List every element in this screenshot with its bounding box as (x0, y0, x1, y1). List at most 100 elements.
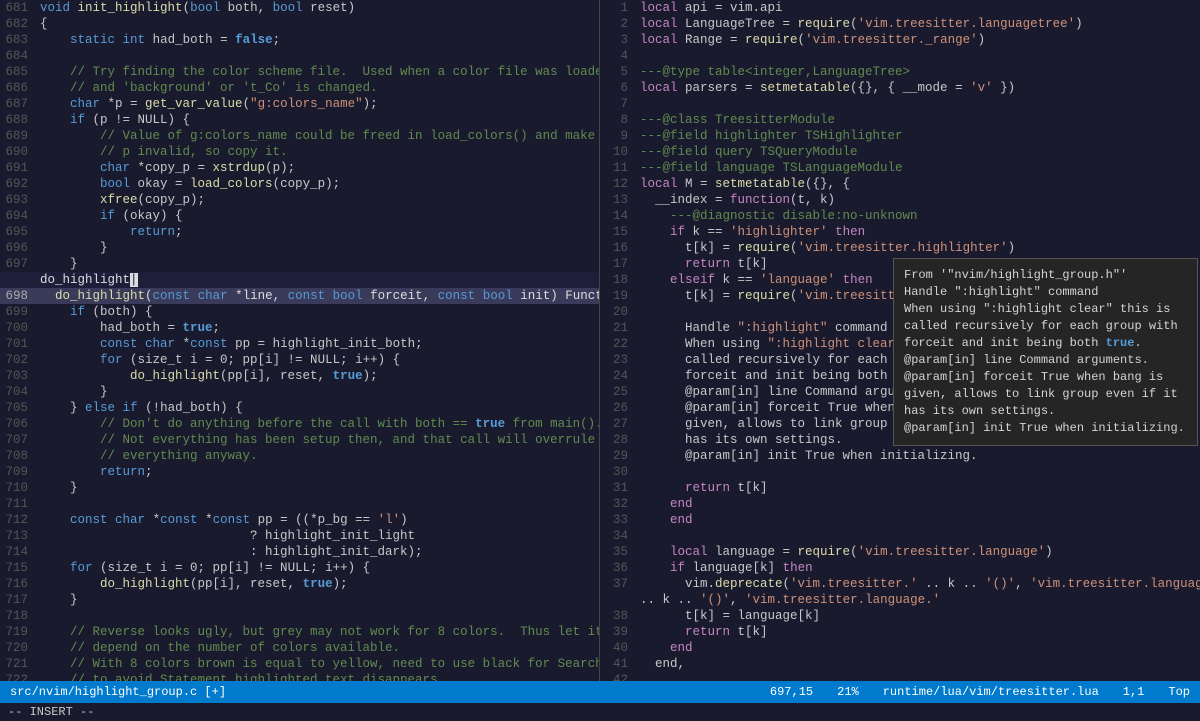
line-number: 34 (600, 528, 636, 544)
table-row: do_highlight| (0, 272, 599, 288)
line-number: 714 (0, 544, 36, 560)
status-right: 697,15 21% runtime/lua/vim/treesitter.lu… (770, 685, 1190, 699)
line-number: 697 (0, 256, 36, 272)
line-content: // Try finding the color scheme file. Us… (36, 64, 599, 80)
line-number: 719 (0, 624, 36, 640)
line-content: t[k] = language[k] (636, 608, 1200, 624)
line-number: 681 (0, 0, 36, 16)
line-content: ---@type table<integer,LanguageTree> (636, 64, 1200, 80)
line-number: 28 (600, 432, 636, 448)
table-row: 702 for (size_t i = 0; pp[i] != NULL; i+… (0, 352, 599, 368)
line-content: : highlight_init_dark); (36, 544, 599, 560)
table-row: 686 // and 'background' or 't_Co' is cha… (0, 80, 599, 96)
line-content: } else if (!had_both) { (36, 400, 599, 416)
table-row: 693 xfree(copy_p); (0, 192, 599, 208)
table-row: 34 (600, 528, 1200, 544)
cursor-position: 697,15 (770, 685, 813, 699)
line-number: 37 (600, 576, 636, 592)
line-number: 686 (0, 80, 36, 96)
line-content: // Not everything has been setup then, a… (36, 432, 599, 448)
table-row: 704 } (0, 384, 599, 400)
line-number: 26 (600, 400, 636, 416)
table-row: 692 bool okay = load_colors(copy_p); (0, 176, 599, 192)
table-row: 32 end (600, 496, 1200, 512)
line-number: 709 (0, 464, 36, 480)
tooltip-line: has its own settings. (904, 403, 1187, 420)
left-code-area[interactable]: 681 void init_highlight(bool both, bool … (0, 0, 599, 681)
line-content (636, 48, 1200, 64)
line-number: 8 (600, 112, 636, 128)
line-content: bool okay = load_colors(copy_p); (36, 176, 599, 192)
table-row: 718 (0, 608, 599, 624)
line-number: 683 (0, 32, 36, 48)
table-row: 688 if (p != NULL) { (0, 112, 599, 128)
table-row: 715 for (size_t i = 0; pp[i] != NULL; i+… (0, 560, 599, 576)
line-content: end (636, 512, 1200, 528)
line-number: 711 (0, 496, 36, 512)
table-row: 720 // depend on the number of colors av… (0, 640, 599, 656)
line-content: return t[k] (636, 624, 1200, 640)
line-number: 694 (0, 208, 36, 224)
line-content: if k == 'highlighter' then (636, 224, 1200, 240)
table-row: 14 ---@diagnostic disable:no-unknown (600, 208, 1200, 224)
scroll-percent: 21% (837, 685, 859, 699)
line-number: 696 (0, 240, 36, 256)
line-number: 23 (600, 352, 636, 368)
line-content: // to avoid Statement highlighted text d… (36, 672, 599, 681)
line-number: 710 (0, 480, 36, 496)
line-number: 703 (0, 368, 36, 384)
line-content: had_both = true; (36, 320, 599, 336)
line-number: 687 (0, 96, 36, 112)
line-content: ---@field query TSQueryModule (636, 144, 1200, 160)
table-row: 39 return t[k] (600, 624, 1200, 640)
line-content: } (36, 592, 599, 608)
line-number: 31 (600, 480, 636, 496)
line-content: return; (36, 224, 599, 240)
line-number: 15 (600, 224, 636, 240)
line-content: local language = require('vim.treesitter… (636, 544, 1200, 560)
line-content: local LanguageTree = require('vim.treesi… (636, 16, 1200, 32)
line-number: 38 (600, 608, 636, 624)
hover-tooltip: From '"nvim/highlight_group.h"' Handle "… (893, 258, 1198, 446)
line-content (636, 672, 1200, 681)
tooltip-line: called recursively for each group with (904, 318, 1187, 335)
table-row: 710 } (0, 480, 599, 496)
line-content: static int had_both = false; (36, 32, 599, 48)
line-number: 4 (600, 48, 636, 64)
tooltip-line: When using ":highlight clear" this is (904, 301, 1187, 318)
line-content: end (636, 640, 1200, 656)
line-number: 712 (0, 512, 36, 528)
table-row: 15 if k == 'highlighter' then (600, 224, 1200, 240)
line-number: 19 (600, 288, 636, 304)
line-content: if (okay) { (36, 208, 599, 224)
table-row: 681 void init_highlight(bool both, bool … (0, 0, 599, 16)
line-number: 18 (600, 272, 636, 288)
line-content: t[k] = require('vim.treesitter.highlight… (636, 240, 1200, 256)
insert-mode-label: -- INSERT -- (8, 705, 94, 719)
table-row: .. k .. '()', 'vim.treesitter.language.' (600, 592, 1200, 608)
line-content: end (636, 496, 1200, 512)
table-row: 713 ? highlight_init_light (0, 528, 599, 544)
line-content: ---@class TreesitterModule (636, 112, 1200, 128)
table-row: 694 if (okay) { (0, 208, 599, 224)
line-number: 721 (0, 656, 36, 672)
table-row: 719 // Reverse looks ugly, but grey may … (0, 624, 599, 640)
line-number: 718 (0, 608, 36, 624)
line-content: // Don't do anything before the call wit… (36, 416, 599, 432)
table-row: 8 ---@class TreesitterModule (600, 112, 1200, 128)
line-content: void init_highlight(bool both, bool rese… (36, 0, 599, 16)
table-row: 695 return; (0, 224, 599, 240)
line-number: 693 (0, 192, 36, 208)
line-number: 720 (0, 640, 36, 656)
status-bar: src/nvim/highlight_group.c [+] 697,15 21… (0, 681, 1200, 703)
line-content: const char *const pp = highlight_init_bo… (36, 336, 599, 352)
line-number: 12 (600, 176, 636, 192)
table-row: 40 end (600, 640, 1200, 656)
line-content: do_highlight(const char *line, const boo… (36, 288, 599, 304)
table-row: 697 } (0, 256, 599, 272)
table-row: 687 char *p = get_var_value("g:colors_na… (0, 96, 599, 112)
table-row: 707 // Not everything has been setup the… (0, 432, 599, 448)
line-number: 700 (0, 320, 36, 336)
left-pane: 681 void init_highlight(bool both, bool … (0, 0, 600, 681)
status-left: src/nvim/highlight_group.c [+] (10, 685, 226, 699)
